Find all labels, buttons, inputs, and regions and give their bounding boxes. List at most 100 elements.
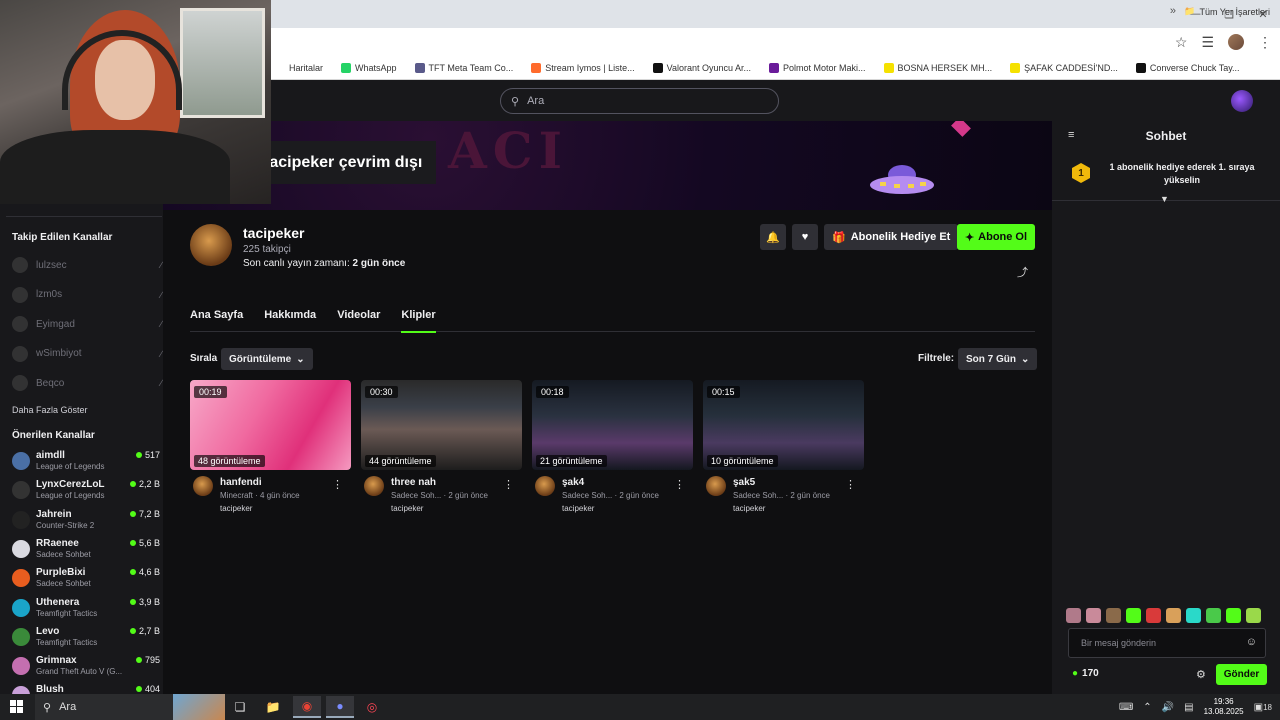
media-control-icon[interactable]: ☰ [1201, 34, 1214, 51]
recommended-channel-item[interactable]: aimdll League of Legends 517 [12, 448, 160, 476]
emote-icon[interactable] [1106, 608, 1121, 623]
following-channel-item[interactable]: Eyimgad ∕ [12, 313, 162, 335]
bookmark-item[interactable]: BOSNA HERSEK MH... [883, 62, 992, 73]
emote-icon[interactable] [1246, 608, 1261, 623]
recommended-channel-item[interactable]: Uthenera Teamfight Tactics 3,9 B [12, 595, 160, 623]
chat-message-field[interactable]: ☺ [1068, 628, 1266, 658]
clip-card[interactable]: 00:18 21 görüntüleme şak4 Sadece Soh... · 2… [532, 380, 693, 520]
follow-button[interactable]: ♥ [792, 224, 818, 250]
emoji-picker-icon[interactable]: ☺ [1246, 636, 1257, 648]
recommended-channel-item[interactable]: RRaenee Sadece Sohbet 5,6 B [12, 536, 160, 564]
bookmark-star-icon[interactable]: ☆ [1175, 34, 1188, 51]
profile-avatar[interactable] [1228, 34, 1244, 50]
clip-title[interactable]: şak5 [733, 477, 755, 488]
clip-card[interactable]: 00:19 48 görüntüleme hanfendi Minecraft · 4… [190, 380, 351, 520]
following-channel-item[interactable]: Beqco ∕ [12, 372, 162, 394]
following-channel-item[interactable]: wSimbiyot ∕ [12, 343, 162, 365]
bookmark-item[interactable]: Haritalar [275, 62, 323, 73]
subscribe-button[interactable]: ✦ Abone Ol [957, 224, 1035, 250]
tab-item[interactable]: Hakkımda [264, 307, 316, 332]
task-view-icon[interactable]: ❏ [226, 696, 254, 718]
clip-owner[interactable]: tacipeker [562, 504, 594, 513]
clip-channel-avatar[interactable] [193, 476, 213, 496]
network-icon[interactable]: ▤ [1184, 702, 1193, 713]
more-options-icon[interactable]: ⋮ [674, 478, 685, 491]
bookmark-item[interactable]: Stream Iymos | Liste... [531, 62, 635, 73]
volume-icon[interactable]: 🔊 [1162, 702, 1174, 713]
clip-title[interactable]: three nah [391, 477, 436, 488]
recommended-channel-item[interactable]: Levo Teamfight Tactics 2,7 B [12, 624, 160, 652]
clip-thumbnail[interactable]: 00:15 10 görüntüleme [703, 380, 864, 470]
emote-icon[interactable] [1226, 608, 1241, 623]
clock[interactable]: 19:36 13.08.2025 [1204, 697, 1244, 717]
clip-channel-avatar[interactable] [364, 476, 384, 496]
emote-icon[interactable] [1146, 608, 1161, 623]
clip-owner[interactable]: tacipeker [733, 504, 765, 513]
following-channel-item[interactable]: lzm0s ∕ [12, 284, 162, 306]
file-explorer-icon[interactable]: 📁 [259, 696, 287, 718]
keyboard-icon[interactable]: ⌨ [1119, 702, 1133, 713]
tab-item[interactable]: Videolar [337, 307, 380, 332]
more-options-icon[interactable]: ⋮ [332, 478, 343, 491]
chrome-icon[interactable]: ◉ [293, 696, 321, 718]
chat-settings-icon[interactable]: ⚙ [1196, 668, 1206, 681]
recording-app-icon[interactable]: ◎ [358, 696, 386, 718]
expand-leaderboard-icon[interactable]: ▼ [1160, 194, 1169, 204]
folder-icon: 📁 [1184, 6, 1196, 16]
notification-button[interactable]: 🔔 [760, 224, 786, 250]
chat-message-input[interactable] [1069, 629, 1239, 657]
recommended-channel-item[interactable]: LynxCerezLoL League of Legends 2,2 B [12, 477, 160, 505]
share-icon[interactable]: ⤴ [1017, 264, 1028, 280]
clip-owner[interactable]: tacipeker [391, 504, 423, 513]
taskbar-search[interactable]: ⚲ Ara [35, 694, 225, 720]
clip-thumbnail[interactable]: 00:19 48 görüntüleme [190, 380, 351, 470]
emote-icon[interactable] [1166, 608, 1181, 623]
emote-icon[interactable] [1086, 608, 1101, 623]
clip-card[interactable]: 00:30 44 görüntüleme three nah Sadece Soh..… [361, 380, 522, 520]
clip-channel-avatar[interactable] [535, 476, 555, 496]
more-options-icon[interactable]: ⋮ [845, 478, 856, 491]
bookmark-item[interactable]: Converse Chuck Tay... [1135, 62, 1240, 73]
discord-icon[interactable]: ● [326, 696, 354, 718]
notification-icon[interactable]: ▣18 [1254, 702, 1272, 713]
clip-title[interactable]: hanfendi [220, 477, 262, 488]
show-more-link[interactable]: Daha Fazla Göster [12, 405, 88, 415]
recommended-channel-item[interactable]: PurpleBixi Sadece Sohbet 4,6 B [12, 565, 160, 593]
clip-thumbnail[interactable]: 00:30 44 görüntüleme [361, 380, 522, 470]
more-options-icon[interactable]: ⋮ [503, 478, 514, 491]
chevron-up-icon[interactable]: ⌃ [1143, 702, 1151, 713]
gift-subscription-button[interactable]: 🎁 Abonelik Hediye Et [824, 224, 959, 250]
browser-menu-icon[interactable]: ⋮ [1258, 34, 1272, 51]
emote-icon[interactable] [1206, 608, 1221, 623]
recommended-channel-item[interactable]: Jahrein Counter-Strike 2 7,2 B [12, 507, 160, 535]
bookmark-item[interactable]: Valorant Oyuncu Ar... [652, 62, 751, 73]
recommended-channel-item[interactable]: Grimnax Grand Theft Auto V (G... 795 [12, 653, 160, 681]
clip-card[interactable]: 00:15 10 görüntüleme şak5 Sadece Soh... · 2… [703, 380, 864, 520]
windows-start-icon[interactable] [10, 700, 23, 713]
bookmarks-folder[interactable]: 📁 Tüm Yer İşaretleri [1184, 6, 1270, 17]
bookmark-item[interactable]: ŞAFAK CADDESİ'ND... [1010, 62, 1118, 73]
channel-avatar[interactable] [190, 224, 232, 266]
search-placeholder: Ara [527, 95, 545, 107]
filter-dropdown[interactable]: Son 7 Gün ⌄ [958, 348, 1038, 370]
clip-thumbnail[interactable]: 00:18 21 görüntüleme [532, 380, 693, 470]
clip-owner[interactable]: tacipeker [220, 504, 252, 513]
sort-dropdown[interactable]: Görüntüleme ⌄ [221, 348, 313, 370]
clip-title[interactable]: şak4 [562, 477, 584, 488]
user-avatar[interactable] [1231, 90, 1253, 112]
bookmark-item[interactable]: TFT Meta Team Co... [414, 62, 513, 73]
emote-icon[interactable] [1066, 608, 1081, 623]
tab-item[interactable]: Klipler [401, 307, 436, 333]
bookmark-item[interactable]: Polmot Motor Maki... [769, 62, 866, 73]
clip-channel-avatar[interactable] [706, 476, 726, 496]
send-button[interactable]: Gönder [1216, 664, 1267, 685]
search-input[interactable]: ⚲ Ara [500, 88, 779, 114]
bookmark-item[interactable]: WhatsApp [341, 62, 397, 73]
system-tray: ⌨ ⌃ 🔊 ▤ 19:36 13.08.2025 ▣18 [1119, 694, 1280, 720]
emote-icon[interactable] [1126, 608, 1141, 623]
bookmarks-overflow-icon[interactable]: » [1170, 5, 1176, 17]
following-channel-item[interactable]: lulzsec ∕ [12, 254, 162, 276]
tab-item[interactable]: Ana Sayfa [190, 307, 243, 332]
emote-icon[interactable] [1186, 608, 1201, 623]
channel-points[interactable]: ● 170 [1072, 668, 1099, 679]
